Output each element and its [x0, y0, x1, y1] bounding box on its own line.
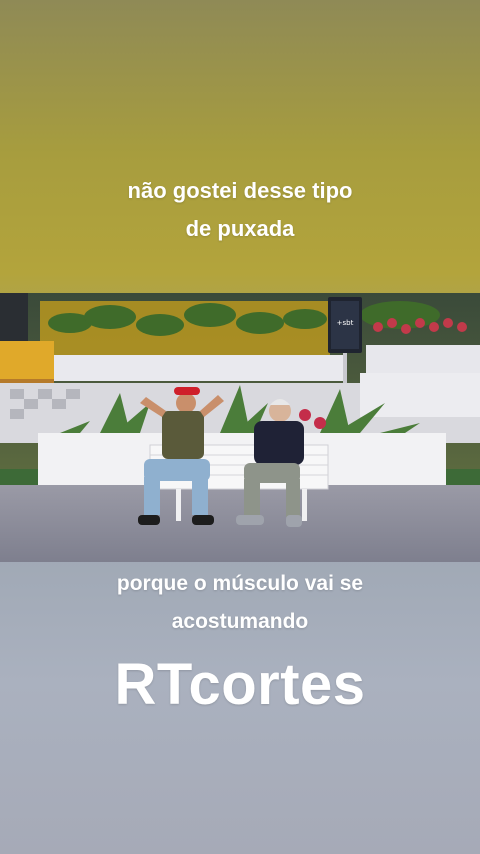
subtitle-bottom-line1: porque o músculo vai se	[116, 572, 364, 595]
subtitle-top: não gostei desse tipo de puxada	[0, 172, 480, 248]
subtitle-top-line2: de puxada	[185, 216, 295, 241]
subtitle-top-line1: não gostei desse tipo	[127, 178, 353, 203]
back-planter	[54, 355, 344, 381]
left-counter	[0, 341, 54, 379]
video-frame[interactable]: +sbt	[0, 293, 480, 562]
yellow-garden-wall	[40, 301, 330, 361]
subtitle-bottom: porque o músculo vai se acostumando	[0, 565, 480, 641]
channel-watermark: RTcortes	[114, 652, 366, 717]
left-shelf	[0, 293, 28, 341]
tv-logo: +sbt	[337, 319, 354, 327]
subtitle-bottom-line2: acostumando	[171, 610, 309, 633]
